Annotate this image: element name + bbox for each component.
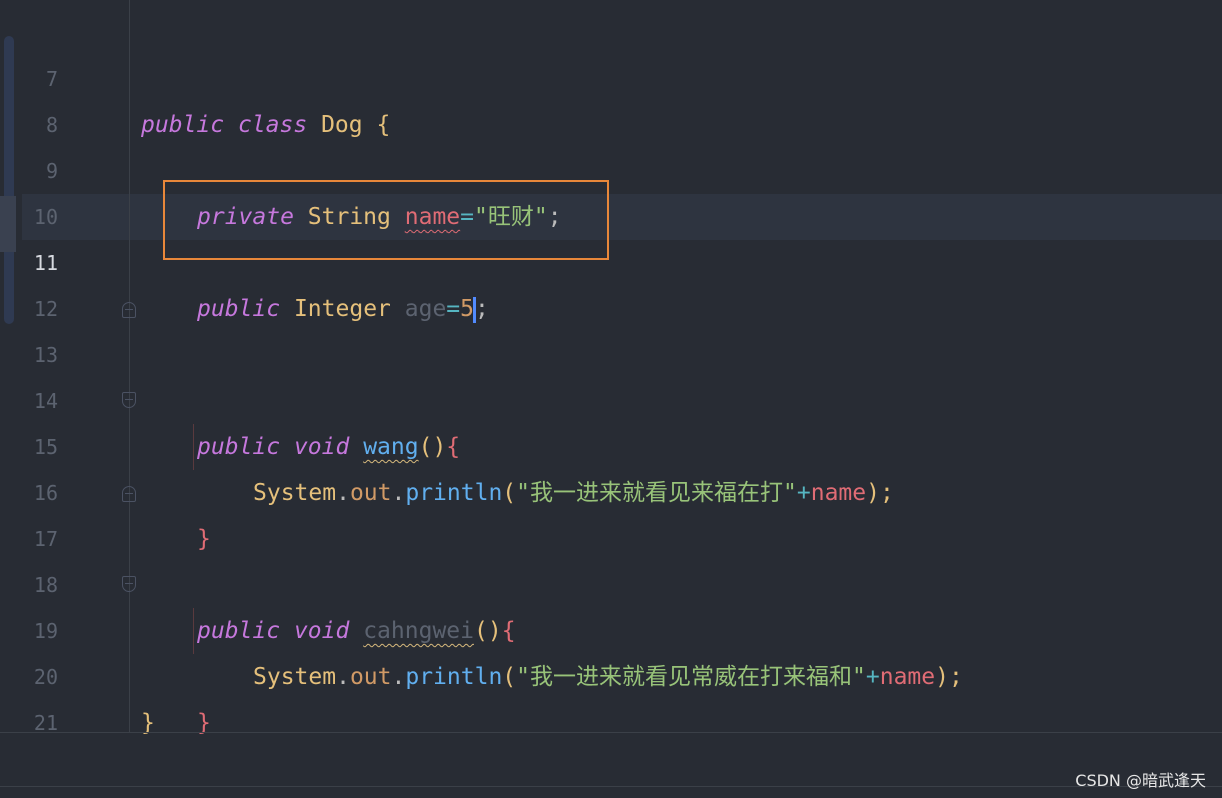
code-line[interactable]: 16 <box>0 424 1222 505</box>
code-line[interactable]: 18 System.out.println("我一进来就看见常威在打来福和"+n… <box>0 516 1222 690</box>
code-text[interactable]: } <box>141 700 155 746</box>
code-line[interactable]: 20 } <box>0 608 1222 736</box>
fold-icon[interactable] <box>122 576 136 592</box>
code-line[interactable]: 7 public class Dog { <box>0 10 1222 138</box>
code-line[interactable]: 21 <box>0 654 1222 735</box>
editor-bottom-divider <box>0 732 1222 733</box>
code-text[interactable]: } <box>197 700 211 746</box>
code-line[interactable]: 14 System.out.println("我一进来就看见来福在打"+name… <box>0 332 1222 506</box>
watermark-text: CSDN @暗武逢天 <box>1075 771 1206 790</box>
fold-icon[interactable] <box>122 392 136 408</box>
code-line[interactable]: 17 public void cahngwei(){ <box>0 470 1222 644</box>
fold-icon[interactable] <box>122 302 136 318</box>
line-number: 21 <box>33 711 58 735</box>
code-line[interactable]: 13 public void wang(){ <box>0 286 1222 460</box>
annotation-highlight-box <box>163 180 609 260</box>
code-line[interactable]: 8 <box>0 56 1222 137</box>
code-editor[interactable]: 7 public class Dog { 8 9 private String … <box>0 0 1222 736</box>
fold-icon[interactable] <box>122 486 136 502</box>
code-line[interactable]: 19 } <box>0 562 1222 736</box>
status-divider <box>0 786 1222 787</box>
code-line[interactable]: 9 private String name="旺财"; <box>0 102 1222 230</box>
code-line[interactable]: 15 } <box>0 378 1222 552</box>
